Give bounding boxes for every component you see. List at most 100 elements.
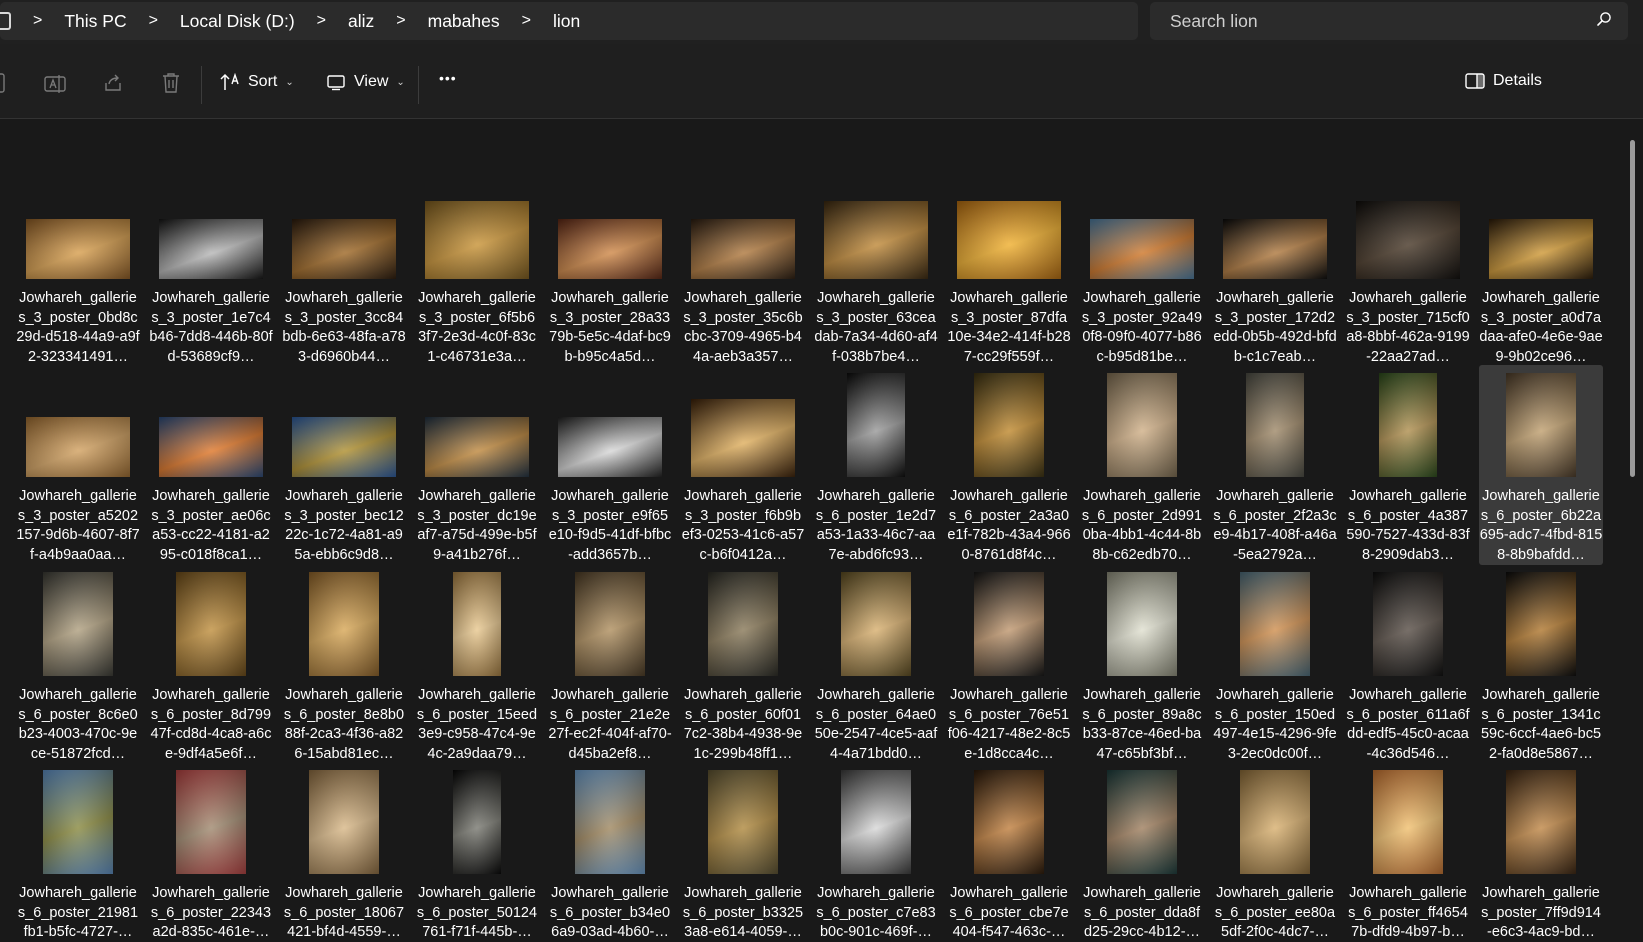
file-item[interactable]: Jowhareh_galleries_3_poster_715cf0a8-8bb… <box>1346 167 1470 367</box>
file-item[interactable]: Jowhareh_galleries_3_poster_6f5b63f7-2e3… <box>415 167 539 367</box>
file-item[interactable]: Jowhareh_galleries_6_poster_21e2e27f-ec2… <box>548 564 672 764</box>
pc-icon[interactable] <box>0 12 11 30</box>
share-icon[interactable] <box>103 73 123 93</box>
copy-icon[interactable] <box>0 72 8 94</box>
image-thumbnail <box>575 770 645 874</box>
file-item[interactable]: Jowhareh_galleries_3_poster_35c6bcbc-370… <box>681 167 805 367</box>
file-name: Jowhareh_galleries_6_poster_cbe7e404-f54… <box>949 885 1069 940</box>
file-item[interactable]: Jowhareh_galleries_poster_7ff9d914-e6c3-… <box>1479 762 1603 942</box>
search-input[interactable] <box>1168 9 1596 33</box>
file-item[interactable]: Jowhareh_galleries_6_poster_ff46547b-dfd… <box>1346 762 1470 942</box>
file-name: Jowhareh_galleries_3_poster_715cf0a8-8bb… <box>1346 290 1470 365</box>
search-icon[interactable] <box>1596 11 1612 32</box>
file-name: Jowhareh_galleries_6_poster_b34e06a9-03a… <box>549 885 671 940</box>
file-item[interactable]: Jowhareh_galleries_3_poster_63ceadab-7a3… <box>814 167 938 367</box>
rename-icon[interactable] <box>44 74 66 94</box>
file-item[interactable]: Jowhareh_galleries_6_poster_15eed3e9-c95… <box>415 564 539 764</box>
view-button[interactable]: View ⌄ <box>326 72 405 92</box>
file-item[interactable]: Jowhareh_galleries_6_poster_b34e06a9-03a… <box>548 762 672 942</box>
image-thumbnail <box>1506 770 1576 874</box>
details-button[interactable]: Details <box>1465 72 1542 90</box>
image-thumbnail <box>1379 373 1437 477</box>
file-item[interactable]: Jowhareh_galleries_3_poster_87dfa10e-34e… <box>947 167 1071 367</box>
file-item[interactable]: Jowhareh_galleries_3_poster_bec1222c-1c7… <box>282 365 406 565</box>
file-item[interactable]: Jowhareh_galleries_6_poster_6b22a695-adc… <box>1479 365 1603 565</box>
delete-icon[interactable] <box>162 72 180 94</box>
breadcrumb-local-disk-d[interactable]: Local Disk (D:) <box>180 11 295 32</box>
file-item[interactable]: Jowhareh_galleries_3_poster_92a490f8-09f… <box>1080 167 1204 367</box>
file-name: Jowhareh_galleries_6_poster_21981fb1-b5f… <box>17 885 139 940</box>
file-name: Jowhareh_galleries_3_poster_0bd8c29d-d51… <box>16 290 140 365</box>
file-item[interactable]: Jowhareh_galleries_6_poster_dda8fd25-29c… <box>1080 762 1204 942</box>
sort-button[interactable]: Sort ⌄ <box>220 72 294 92</box>
file-item[interactable]: Jowhareh_galleries_6_poster_c7e83b0c-901… <box>814 762 938 942</box>
file-item[interactable]: Jowhareh_galleries_6_poster_611a6fdd-edf… <box>1346 564 1470 764</box>
breadcrumb-lion[interactable]: lion <box>553 11 580 32</box>
breadcrumb-this-pc[interactable]: This PC <box>64 11 126 32</box>
command-bar: Sort ⌄ View ⌄ ••• Details <box>0 44 1643 119</box>
file-item[interactable]: Jowhareh_galleries_6_poster_8c6e0b23-400… <box>16 564 140 764</box>
file-item[interactable]: Jowhareh_galleries_6_poster_89a8cb33-87c… <box>1080 564 1204 764</box>
file-item[interactable]: Jowhareh_galleries_6_poster_cbe7e404-f54… <box>947 762 1071 942</box>
file-name: Jowhareh_galleries_6_poster_15eed3e9-c95… <box>416 687 538 762</box>
file-item[interactable]: Jowhareh_galleries_3_poster_172d2edd-0b5… <box>1213 167 1337 367</box>
file-item[interactable]: Jowhareh_galleries_6_poster_76e51f06-421… <box>947 564 1071 764</box>
image-thumbnail <box>309 572 379 676</box>
file-item[interactable]: Jowhareh_galleries_6_poster_b33253a8-e61… <box>681 762 805 942</box>
file-item[interactable]: Jowhareh_galleries_6_poster_18067421-bf4… <box>282 762 406 942</box>
file-item[interactable]: Jowhareh_galleries_3_poster_dc19eaf7-a75… <box>415 365 539 565</box>
more-options-button[interactable]: ••• <box>439 70 457 86</box>
image-thumbnail <box>1246 373 1304 477</box>
image-thumbnail <box>1356 201 1460 279</box>
file-item[interactable]: Jowhareh_galleries_3_poster_a5202157-9d6… <box>16 365 140 565</box>
image-thumbnail <box>691 219 795 279</box>
file-item[interactable]: Jowhareh_galleries_6_poster_2d9910ba-4bb… <box>1080 365 1204 565</box>
file-item[interactable]: Jowhareh_galleries_6_poster_4a387590-752… <box>1346 365 1470 565</box>
file-item[interactable]: Jowhareh_galleries_6_poster_50124761-f71… <box>415 762 539 942</box>
file-name: Jowhareh_galleries_6_poster_150ed497-4e1… <box>1213 687 1337 762</box>
file-item[interactable]: Jowhareh_galleries_6_poster_ee80a5df-2f0… <box>1213 762 1337 942</box>
file-name: Jowhareh_galleries_6_poster_dda8fd25-29c… <box>1083 885 1201 940</box>
file-item[interactable]: Jowhareh_galleries_3_poster_28a3379b-5e5… <box>548 167 672 367</box>
image-thumbnail <box>1489 219 1593 279</box>
file-item[interactable]: Jowhareh_galleries_3_poster_ae06ca53-cc2… <box>149 365 273 565</box>
image-thumbnail <box>974 373 1044 477</box>
file-item[interactable]: Jowhareh_galleries_6_poster_8d79947f-cd8… <box>149 564 273 764</box>
chevron-right-icon: > <box>521 12 531 29</box>
file-item[interactable]: Jowhareh_galleries_6_poster_8e8b088f-2ca… <box>282 564 406 764</box>
breadcrumb[interactable]: > This PC > Local Disk (D:) > aliz > mab… <box>0 2 1138 40</box>
file-name: Jowhareh_galleries_3_poster_f6b9bef3-025… <box>681 488 805 563</box>
file-item[interactable]: Jowhareh_galleries_3_poster_a0d7adaa-afe… <box>1479 167 1603 367</box>
file-name: Jowhareh_galleries_poster_7ff9d914-e6c3-… <box>1481 885 1601 940</box>
file-item[interactable]: Jowhareh_galleries_3_poster_0bd8c29d-d51… <box>16 167 140 367</box>
file-name: Jowhareh_galleries_3_poster_6f5b63f7-2e3… <box>418 290 536 365</box>
file-item[interactable]: Jowhareh_galleries_6_poster_1e2d7a53-1a3… <box>814 365 938 565</box>
search-box[interactable] <box>1150 2 1628 40</box>
image-thumbnail <box>1223 219 1327 279</box>
file-item[interactable]: Jowhareh_galleries_3_poster_3cc84bdb-6e6… <box>282 167 406 367</box>
file-item[interactable]: Jowhareh_galleries_6_poster_22343a2d-835… <box>149 762 273 942</box>
file-item[interactable]: Jowhareh_galleries_6_poster_64ae050e-254… <box>814 564 938 764</box>
file-name: Jowhareh_galleries_3_poster_92a490f8-09f… <box>1081 290 1203 365</box>
vertical-scrollbar[interactable] <box>1630 140 1635 477</box>
address-bar: > This PC > Local Disk (D:) > aliz > mab… <box>0 0 1643 44</box>
image-thumbnail <box>1107 572 1177 676</box>
file-name: Jowhareh_galleries_6_poster_1341c59c-6cc… <box>1480 687 1602 762</box>
breadcrumb-aliz[interactable]: aliz <box>348 11 374 32</box>
file-item[interactable]: Jowhareh_galleries_6_poster_60f017c2-38b… <box>681 564 805 764</box>
file-item[interactable]: Jowhareh_galleries_6_poster_2f2a3ce9-4b1… <box>1213 365 1337 565</box>
breadcrumb-mabahes[interactable]: mabahes <box>428 11 500 32</box>
file-item[interactable]: Jowhareh_galleries_3_poster_1e7c4b46-7dd… <box>149 167 273 367</box>
image-thumbnail <box>425 201 529 279</box>
file-name: Jowhareh_galleries_3_poster_e9f65e10-f9d… <box>548 488 672 563</box>
file-item[interactable]: Jowhareh_galleries_6_poster_21981fb1-b5f… <box>16 762 140 942</box>
file-item[interactable]: Jowhareh_galleries_6_poster_2a3a0e1f-782… <box>947 365 1071 565</box>
file-item[interactable]: Jowhareh_galleries_6_poster_150ed497-4e1… <box>1213 564 1337 764</box>
file-item[interactable]: Jowhareh_galleries_3_poster_f6b9bef3-025… <box>681 365 805 565</box>
image-thumbnail <box>1506 373 1576 477</box>
file-item[interactable]: Jowhareh_galleries_6_poster_1341c59c-6cc… <box>1479 564 1603 764</box>
file-item[interactable]: Jowhareh_galleries_3_poster_e9f65e10-f9d… <box>548 365 672 565</box>
chevron-right-icon: > <box>148 12 158 29</box>
file-name: Jowhareh_galleries_6_poster_60f017c2-38b… <box>683 687 803 762</box>
file-name: Jowhareh_galleries_6_poster_6b22a695-adc… <box>1479 488 1603 563</box>
